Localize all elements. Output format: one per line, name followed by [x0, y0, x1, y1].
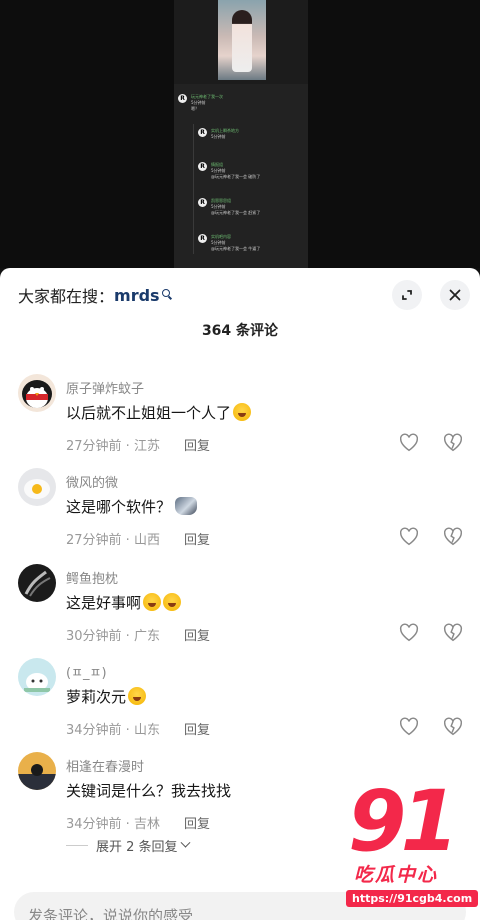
- heart-icon[interactable]: [398, 622, 420, 644]
- comment-item: 微风的微 这是哪个软件？ 27分钟前 · 山西 回复: [0, 468, 480, 562]
- mini-avatar: R: [198, 198, 207, 207]
- divider: [66, 845, 88, 846]
- broken-heart-icon[interactable]: [442, 716, 464, 738]
- laugh-cry-emoji-icon: [143, 593, 162, 611]
- comment-input-placeholder: 发条评论，说说你的感受: [28, 907, 194, 920]
- broken-heart-icon[interactable]: [442, 432, 464, 454]
- comments-sheet: 大家都在搜： mrds 364 条评论 原子弹炸蚊子 以后就不止姐姐一个人了 2…: [0, 268, 480, 920]
- video-frame: R 玩元神老了我一次 5分钟前 嗯？ R 实机上瞬杀地方 5分钟前 R 情报组 …: [174, 0, 308, 268]
- reply-button[interactable]: 回复: [184, 435, 210, 454]
- reply-button[interactable]: 回复: [184, 719, 210, 738]
- comment-author[interactable]: 原子弹炸蚊子: [66, 378, 144, 397]
- avatar[interactable]: [18, 564, 56, 602]
- search-icon: [161, 289, 174, 301]
- chevron-down-icon: [180, 837, 190, 848]
- comment-author[interactable]: 相逢在春漫时: [66, 756, 144, 775]
- heart-icon[interactable]: [398, 526, 420, 548]
- trending-search-label: 大家都在搜：: [18, 287, 115, 306]
- mini-avatar: R: [198, 128, 207, 137]
- comment-item: (ㅍ_ㅍ) 萝莉次元 34分钟前 · 山东 回复: [0, 658, 480, 752]
- laugh-cry-emoji-icon: [233, 403, 252, 421]
- cat-sticker-icon: [175, 497, 198, 515]
- expand-button[interactable]: [392, 280, 422, 310]
- comment-meta: 27分钟前 · 山西: [66, 533, 160, 548]
- mini-avatar: R: [198, 234, 207, 243]
- embedded-comment-screenshot: R 玩元神老了我一次 5分钟前 嗯？ R 实机上瞬杀地方 5分钟前 R 情报组 …: [174, 84, 308, 268]
- expand-replies-button[interactable]: 展开 2 条回复: [66, 836, 190, 855]
- avatar[interactable]: [18, 752, 56, 790]
- comment-item: 相逢在春漫时 关键词是什么？我去找找 34分钟前 · 吉林 回复: [0, 752, 480, 846]
- comment-text: 这是好事啊: [66, 592, 182, 613]
- comment-text: 这是哪个软件？: [66, 496, 198, 517]
- mini-avatar: R: [198, 162, 207, 171]
- laugh-cry-emoji-icon: [128, 687, 147, 705]
- broken-heart-icon[interactable]: [442, 526, 464, 548]
- video-player[interactable]: R 玩元神老了我一次 5分钟前 嗯？ R 实机上瞬杀地方 5分钟前 R 情报组 …: [0, 0, 480, 268]
- broken-heart-icon[interactable]: [442, 622, 464, 644]
- mini-comment-text: 嗯？: [191, 106, 199, 111]
- comment-meta: 30分钟前 · 广东: [66, 629, 160, 644]
- comment-item: 原子弹炸蚊子 以后就不止姐姐一个人了 27分钟前 · 江苏 回复: [0, 374, 480, 468]
- mini-comment-text: @玩元神老了我一会 牛逼了: [211, 246, 261, 251]
- heart-icon[interactable]: [398, 432, 420, 454]
- reply-button[interactable]: 回复: [184, 529, 210, 548]
- reply-button[interactable]: 回复: [184, 813, 210, 832]
- comment-text: 以后就不止姐姐一个人了: [66, 402, 252, 423]
- close-button[interactable]: [440, 280, 470, 310]
- comment-meta: 34分钟前 · 吉林: [66, 817, 160, 832]
- comment-item: 鳄鱼抱枕 这是好事啊 30分钟前 · 广东 回复: [0, 564, 480, 658]
- mini-avatar: R: [178, 94, 187, 103]
- avatar[interactable]: [18, 374, 56, 412]
- mini-comment-text: @玩元神老了我一会 赶紧了: [211, 210, 261, 215]
- laugh-cry-emoji-icon: [163, 593, 182, 611]
- trending-search-term[interactable]: mrds: [114, 286, 160, 305]
- mini-comment-text: @玩元神老了我一会 破防了: [211, 174, 261, 179]
- comment-author[interactable]: (ㅍ_ㅍ): [66, 662, 107, 681]
- comment-count-title: 364 条评论: [201, 323, 279, 339]
- comment-text: 关键词是什么？我去找找: [66, 782, 232, 800]
- avatar[interactable]: [18, 658, 56, 696]
- comment-meta: 27分钟前 · 江苏: [66, 439, 160, 454]
- heart-icon[interactable]: [398, 716, 420, 738]
- comment-author[interactable]: 鳄鱼抱枕: [66, 568, 118, 587]
- comment-author[interactable]: 微风的微: [66, 472, 118, 491]
- expand-replies-label: 展开 2 条回复: [96, 840, 178, 855]
- comment-meta: 34分钟前 · 山东: [66, 723, 160, 738]
- reply-button[interactable]: 回复: [184, 625, 210, 644]
- close-icon: [449, 289, 461, 301]
- comment-text: 萝莉次元: [66, 686, 147, 707]
- comment-input[interactable]: 发条评论，说说你的感受: [14, 892, 466, 920]
- expand-icon: [402, 290, 412, 300]
- mini-comment-time: 5分钟前: [211, 134, 226, 139]
- video-thumbnail: [218, 0, 266, 80]
- avatar[interactable]: [18, 468, 56, 506]
- trending-search[interactable]: 大家都在搜： mrds: [18, 284, 174, 306]
